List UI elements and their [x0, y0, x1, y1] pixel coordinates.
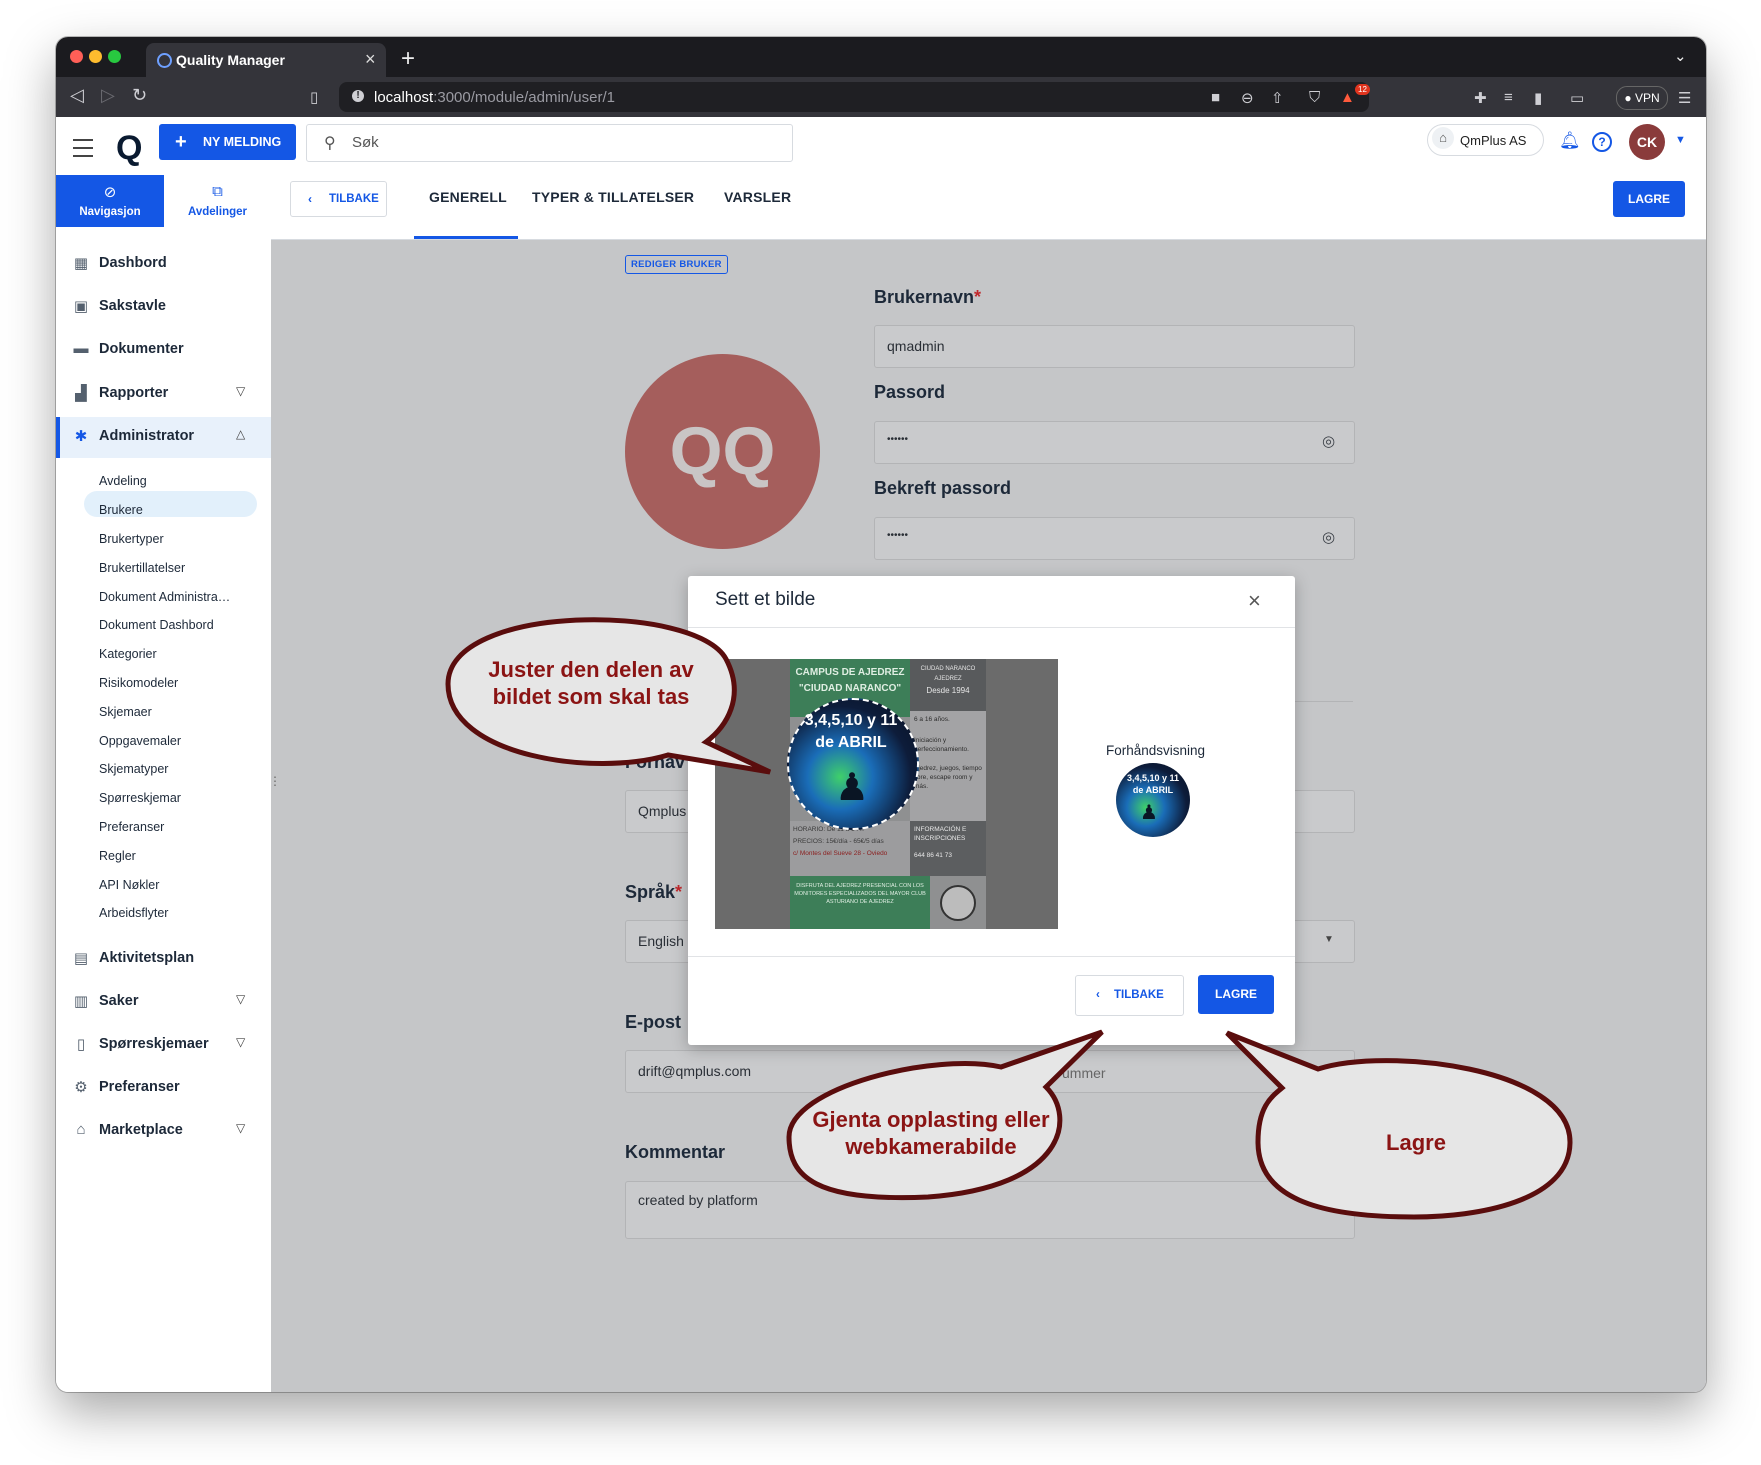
browser-window: Quality Manager × + ⌄ ◁ ▷ ↻ ▯ ! localhos…: [56, 37, 1706, 1392]
callout-crop-text: Juster den delen av bildet som skal tas: [488, 657, 694, 709]
callout-layer: [445, 617, 1573, 1220]
callout-bubble-save: [1225, 1030, 1573, 1220]
callout-reupload-text: Gjenta opplasting eller webkamerabilde: [812, 1107, 1050, 1159]
callout-save-text: Lagre: [1386, 1130, 1446, 1155]
